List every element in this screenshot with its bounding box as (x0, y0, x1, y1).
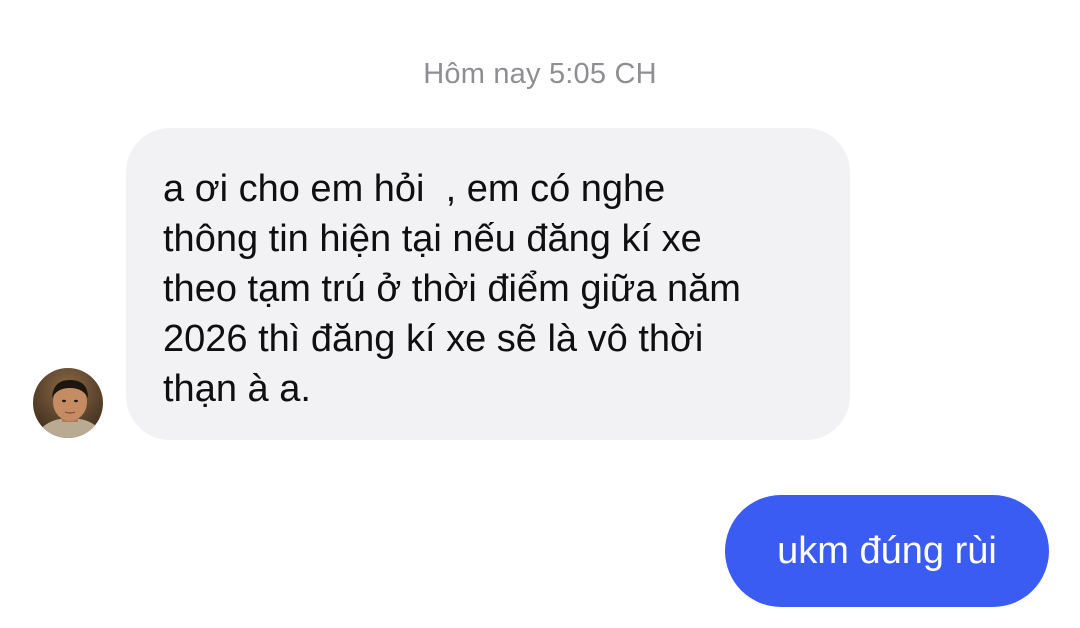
incoming-message-line: a ơi cho em hỏi , em có nghe (163, 168, 666, 210)
incoming-message-line: thông tin hiện tại nếu đăng kí xe (163, 218, 702, 260)
message-timestamp: Hôm nay 5:05 CH (423, 58, 657, 90)
outgoing-message-text: ukm đúng rùi (777, 530, 997, 572)
outgoing-message-bubble[interactable]: ukm đúng rùi (725, 495, 1049, 607)
incoming-message-line: 2026 thì đăng kí xe sẽ là vô thời (163, 318, 704, 360)
avatar-photo-icon (33, 368, 103, 438)
incoming-message-line: theo tạm trú ở thời điểm giữa năm (163, 268, 741, 310)
incoming-message-bubble[interactable]: a ơi cho em hỏi , em có nghe thông tin h… (126, 128, 850, 440)
sender-avatar[interactable] (33, 368, 103, 438)
incoming-message-line: thạn à a. (163, 368, 311, 410)
